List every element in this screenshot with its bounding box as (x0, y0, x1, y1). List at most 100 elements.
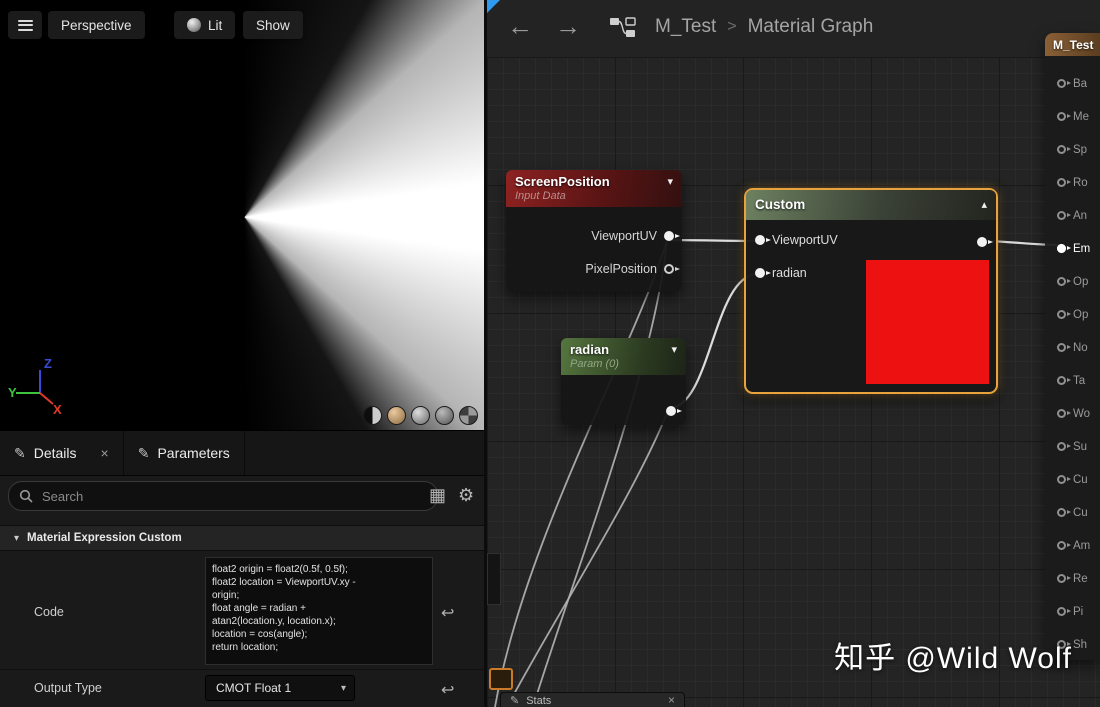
material-node-title: M_Test (1045, 33, 1100, 56)
stats-tab[interactable]: ✎ Stats × (500, 692, 685, 707)
chevron-down-icon[interactable]: ▾ (667, 175, 673, 188)
preview-viewport[interactable]: Perspective Lit Show Z Y X (0, 0, 484, 430)
material-pin-row[interactable]: No (1045, 331, 1100, 364)
material-pin-row[interactable]: Cu (1045, 463, 1100, 496)
chevron-down-icon: ▾ (340, 682, 346, 694)
node-screen-position[interactable]: ScreenPosition ▾ Input Data ViewportUV P… (506, 170, 682, 292)
graph-canvas[interactable]: ScreenPosition ▾ Input Data ViewportUV P… (487, 57, 1100, 707)
material-pin-row[interactable]: Ro (1045, 166, 1100, 199)
pin-icon[interactable] (1057, 178, 1071, 187)
output-pin-pixelposition[interactable] (664, 264, 680, 274)
pin-icon[interactable] (1057, 442, 1071, 451)
tab-parameters[interactable]: ✎ Parameters (124, 431, 245, 475)
graph-hierarchy-icon[interactable] (609, 16, 637, 40)
pin-label: Ro (1073, 176, 1088, 189)
material-pin-row[interactable]: An (1045, 199, 1100, 232)
node-title: ScreenPosition (515, 174, 610, 189)
output-pin-viewportuv[interactable] (664, 231, 680, 241)
material-pin-row[interactable]: Sp (1045, 133, 1100, 166)
pin-icon[interactable] (1057, 574, 1071, 583)
material-pin-row[interactable]: Em (1045, 232, 1100, 265)
breadcrumb-separator: > (727, 18, 737, 35)
output-pin-radian[interactable] (666, 406, 682, 416)
node-header[interactable]: ScreenPosition ▾ Input Data (506, 170, 682, 207)
pin-label: Re (1073, 572, 1088, 585)
code-property-label: Code (34, 605, 64, 619)
node-preview-thumbnail (866, 260, 989, 384)
revert-code-icon[interactable]: ↩ (441, 603, 454, 623)
pin-label: Op (1073, 308, 1089, 321)
material-pin-row[interactable]: Ba (1045, 67, 1100, 100)
perspective-button[interactable]: Perspective (48, 11, 145, 39)
input-pin-radian[interactable] (755, 268, 771, 278)
pin-icon[interactable] (1057, 310, 1071, 319)
material-pin-row[interactable]: Re (1045, 562, 1100, 595)
output-type-value: CMOT Float 1 (216, 681, 292, 695)
search-input[interactable] (40, 487, 427, 505)
pin-icon[interactable] (1057, 244, 1071, 253)
pin-icon[interactable] (1057, 112, 1071, 121)
pin-label: radian (772, 266, 807, 280)
preview-shape-cube-button[interactable] (435, 406, 454, 425)
show-button[interactable]: Show (243, 11, 303, 39)
node-header[interactable]: radian ▾ Param (0) (561, 338, 686, 375)
search-box[interactable] (8, 481, 438, 511)
settings-gear-icon[interactable]: ⚙ (458, 481, 474, 509)
pin-label: An (1073, 209, 1088, 222)
pin-icon[interactable] (1057, 409, 1071, 418)
chevron-up-icon[interactable]: ▴ (981, 198, 987, 211)
viewport-menu-button[interactable] (8, 11, 42, 39)
input-pin-viewportuv[interactable] (755, 235, 771, 245)
input-row-viewportuv: ViewportUV (755, 233, 838, 247)
hamburger-icon (17, 19, 33, 31)
preview-shape-plane-button[interactable] (411, 406, 430, 425)
output-row-viewportuv: ViewportUV (591, 229, 680, 243)
lit-mode-button[interactable]: Lit (174, 11, 236, 39)
material-pin-row[interactable]: Wo (1045, 397, 1100, 430)
material-pin-row[interactable]: Op (1045, 265, 1100, 298)
material-pin-row[interactable]: Am (1045, 529, 1100, 562)
node-custom-selected[interactable]: Custom ▴ ViewportUV radian (744, 188, 998, 394)
close-icon[interactable]: × (668, 694, 675, 707)
output-type-dropdown[interactable]: CMOT Float 1 ▾ (205, 675, 355, 701)
close-icon[interactable]: × (101, 445, 109, 461)
pin-icon[interactable] (1057, 277, 1071, 286)
pin-icon[interactable] (1057, 145, 1071, 154)
pin-icon[interactable] (1057, 79, 1071, 88)
display-filter-icon[interactable]: ▦ (429, 481, 446, 509)
breadcrumb-material-name[interactable]: M_Test (655, 16, 716, 38)
revert-output-type-icon[interactable]: ↩ (441, 680, 454, 700)
node-material-result[interactable]: M_Test Ba Me Sp Ro An Em Op Op No Ta Wo … (1045, 33, 1100, 660)
forward-arrow-button[interactable]: → (555, 9, 581, 43)
pin-label: Em (1073, 242, 1091, 255)
material-pin-row[interactable]: Me (1045, 100, 1100, 133)
pin-icon[interactable] (1057, 541, 1071, 550)
pin-icon[interactable] (1057, 343, 1071, 352)
node-header[interactable]: Custom ▴ (746, 190, 996, 220)
pin-icon[interactable] (1057, 376, 1071, 385)
material-pin-row[interactable]: Su (1045, 430, 1100, 463)
pin-icon[interactable] (1057, 607, 1071, 616)
tab-details[interactable]: ✎ Details × (0, 431, 124, 475)
show-label: Show (256, 17, 290, 33)
material-pin-row[interactable]: Cu (1045, 496, 1100, 529)
axis-y-label: Y (8, 385, 17, 400)
section-material-expression-custom[interactable]: ▾ Material Expression Custom (0, 525, 484, 551)
material-pin-row[interactable]: Pi (1045, 595, 1100, 628)
code-input[interactable]: float2 origin = float2(0.5f, 0.5f); floa… (205, 557, 433, 665)
pin-icon[interactable] (1057, 475, 1071, 484)
material-editor-window: Perspective Lit Show Z Y X ✎ Details × ✎… (0, 0, 1100, 707)
back-arrow-button[interactable]: ← (507, 9, 533, 43)
pin-icon[interactable] (1057, 508, 1071, 517)
chevron-down-icon[interactable]: ▾ (671, 343, 677, 356)
section-title: Material Expression Custom (27, 532, 182, 544)
node-radian[interactable]: radian ▾ Param (0) (561, 338, 686, 425)
preview-shape-cylinder-button[interactable] (363, 406, 382, 425)
material-pin-row[interactable]: Op (1045, 298, 1100, 331)
breadcrumb-current[interactable]: Material Graph (748, 16, 874, 38)
output-pin-custom[interactable] (977, 237, 993, 247)
preview-shape-sphere-button[interactable] (387, 406, 406, 425)
material-pin-row[interactable]: Ta (1045, 364, 1100, 397)
pin-icon[interactable] (1057, 211, 1071, 220)
preview-shape-mesh-button[interactable] (459, 406, 478, 425)
